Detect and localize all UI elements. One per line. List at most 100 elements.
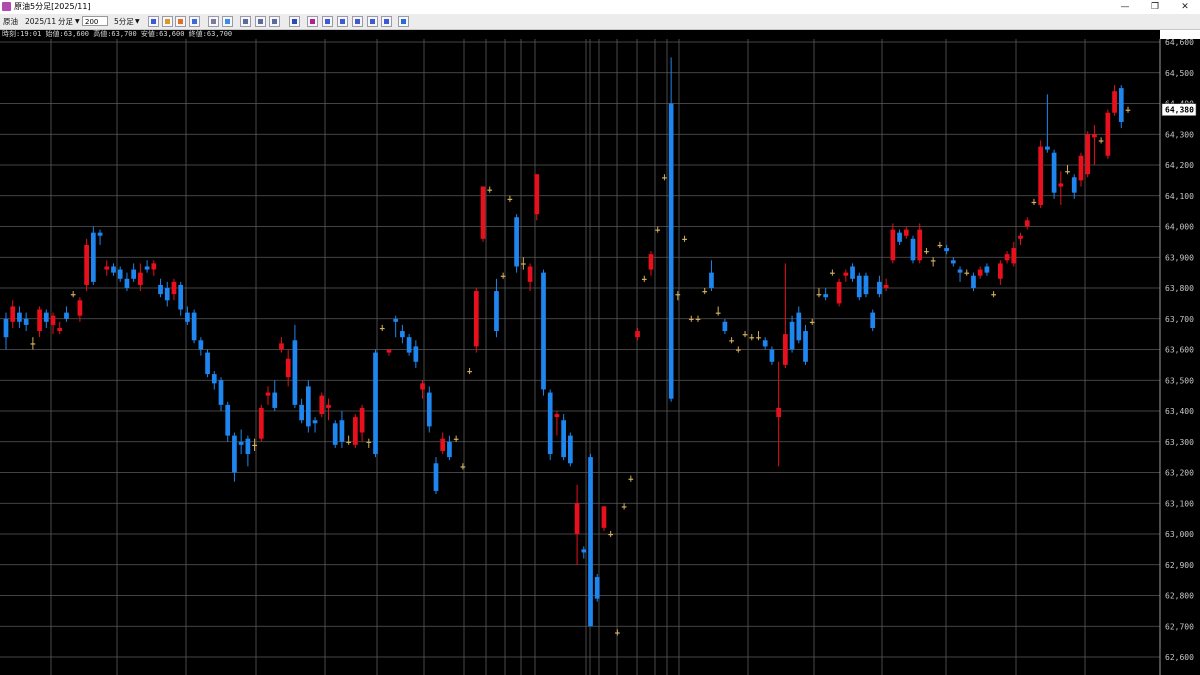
- candle-body: [379, 327, 385, 330]
- candle-body: [218, 380, 224, 405]
- hand-icon[interactable]: [162, 16, 173, 27]
- candle-body: [413, 346, 419, 362]
- candle-body: [594, 577, 600, 599]
- candle-body: [252, 444, 257, 447]
- app-icon: [2, 2, 11, 11]
- candle-body: [615, 632, 620, 634]
- period-select[interactable]: 5分足: [114, 14, 134, 29]
- maximize-button[interactable]: ❐: [1140, 0, 1170, 14]
- y-tick-label: 64,300: [1165, 130, 1194, 139]
- candle-body: [742, 334, 748, 336]
- candle-body: [930, 260, 936, 262]
- candle-body: [977, 269, 983, 276]
- candle-body: [1071, 177, 1077, 193]
- candle-body: [937, 244, 943, 247]
- candle-body: [608, 534, 614, 536]
- pointer-icon[interactable]: [148, 16, 159, 27]
- candle-body: [823, 294, 829, 298]
- candle-body: [715, 312, 721, 314]
- candle-body: [776, 407, 781, 418]
- bars5-icon[interactable]: [381, 16, 392, 27]
- candle-body: [426, 392, 432, 427]
- minimize-button[interactable]: —: [1110, 0, 1140, 14]
- candle-body: [1011, 248, 1017, 264]
- candle-body: [373, 352, 378, 455]
- refresh-icon[interactable]: [398, 16, 409, 27]
- period-dropdown-icon[interactable]: ▼: [135, 14, 140, 29]
- candle-body: [366, 441, 372, 443]
- candle-body: [467, 371, 472, 373]
- candle-body: [332, 423, 338, 445]
- product-label[interactable]: 原油: [3, 14, 18, 29]
- candle-body: [816, 294, 822, 296]
- candle-body: [675, 294, 681, 296]
- line-icon[interactable]: [189, 16, 200, 27]
- candle-body: [70, 294, 76, 296]
- candle-body: [534, 174, 540, 215]
- candle-body: [668, 103, 674, 399]
- table2-icon[interactable]: [269, 16, 280, 27]
- candle-body: [353, 417, 358, 445]
- candle-body: [789, 321, 795, 350]
- bars3-icon[interactable]: [352, 16, 363, 27]
- candle-body: [877, 281, 882, 295]
- candle-body: [722, 321, 728, 332]
- candle-body: [17, 312, 22, 322]
- candle-body: [957, 269, 963, 273]
- candle-body: [164, 288, 170, 301]
- candle-body: [23, 318, 29, 325]
- candle-body: [292, 340, 298, 405]
- candle-body: [682, 238, 687, 240]
- candle-body: [520, 263, 526, 265]
- candle-body: [178, 284, 184, 310]
- candle-body: [662, 177, 667, 179]
- line-tool-icon[interactable]: [208, 16, 219, 27]
- scale-icon[interactable]: [307, 16, 318, 27]
- candle-body: [709, 272, 714, 288]
- candle-body: [285, 358, 291, 378]
- candle-body: [1004, 254, 1010, 261]
- candle-body: [890, 229, 896, 261]
- candlestick-chart[interactable]: 64,60064,50064,40064,30064,20064,10064,0…: [0, 30, 1200, 675]
- bar-chart-icon[interactable]: [289, 16, 300, 27]
- bars4-icon[interactable]: [367, 16, 378, 27]
- candle-body: [104, 266, 110, 270]
- candle-body: [225, 404, 231, 436]
- unit-select[interactable]: 分足: [58, 14, 73, 29]
- candle-body: [850, 266, 855, 279]
- title-bar: 原油5分足[2025/11] — ❐ ✕: [0, 0, 1200, 15]
- y-tick-label: 63,700: [1165, 315, 1194, 324]
- candle-body: [447, 441, 452, 458]
- y-tick-label: 64,100: [1165, 192, 1194, 201]
- candle-body: [1058, 183, 1064, 187]
- unit-dropdown-icon[interactable]: ▼: [75, 14, 80, 29]
- grid-icon[interactable]: [240, 16, 251, 27]
- bars2-icon[interactable]: [337, 16, 348, 27]
- count-input[interactable]: 200: [82, 16, 108, 26]
- candle-body: [151, 263, 157, 270]
- candle-body: [433, 463, 439, 491]
- candle-body: [339, 420, 345, 442]
- window-title: 原油5分足[2025/11]: [14, 2, 91, 11]
- candle-body: [258, 407, 264, 439]
- pen-icon[interactable]: [175, 16, 186, 27]
- candle-body: [279, 343, 284, 350]
- candle-body: [272, 392, 278, 408]
- candle-body: [735, 349, 741, 351]
- candle-body: [964, 272, 970, 274]
- candle-body: [37, 309, 42, 332]
- circle-icon[interactable]: [222, 16, 233, 27]
- candle-body: [588, 457, 593, 627]
- table-icon[interactable]: [255, 16, 266, 27]
- candle-body: [460, 466, 466, 468]
- candle-body: [386, 349, 392, 353]
- candle-body: [10, 306, 16, 322]
- candle-body: [57, 327, 63, 332]
- candle-body: [1031, 201, 1037, 204]
- bars-icon[interactable]: [322, 16, 333, 27]
- candle-body: [453, 438, 459, 440]
- close-button[interactable]: ✕: [1170, 0, 1200, 14]
- y-tick-label: 64,600: [1165, 38, 1194, 47]
- month-label[interactable]: 2025/11: [25, 14, 56, 29]
- y-tick-label: 62,900: [1165, 561, 1194, 570]
